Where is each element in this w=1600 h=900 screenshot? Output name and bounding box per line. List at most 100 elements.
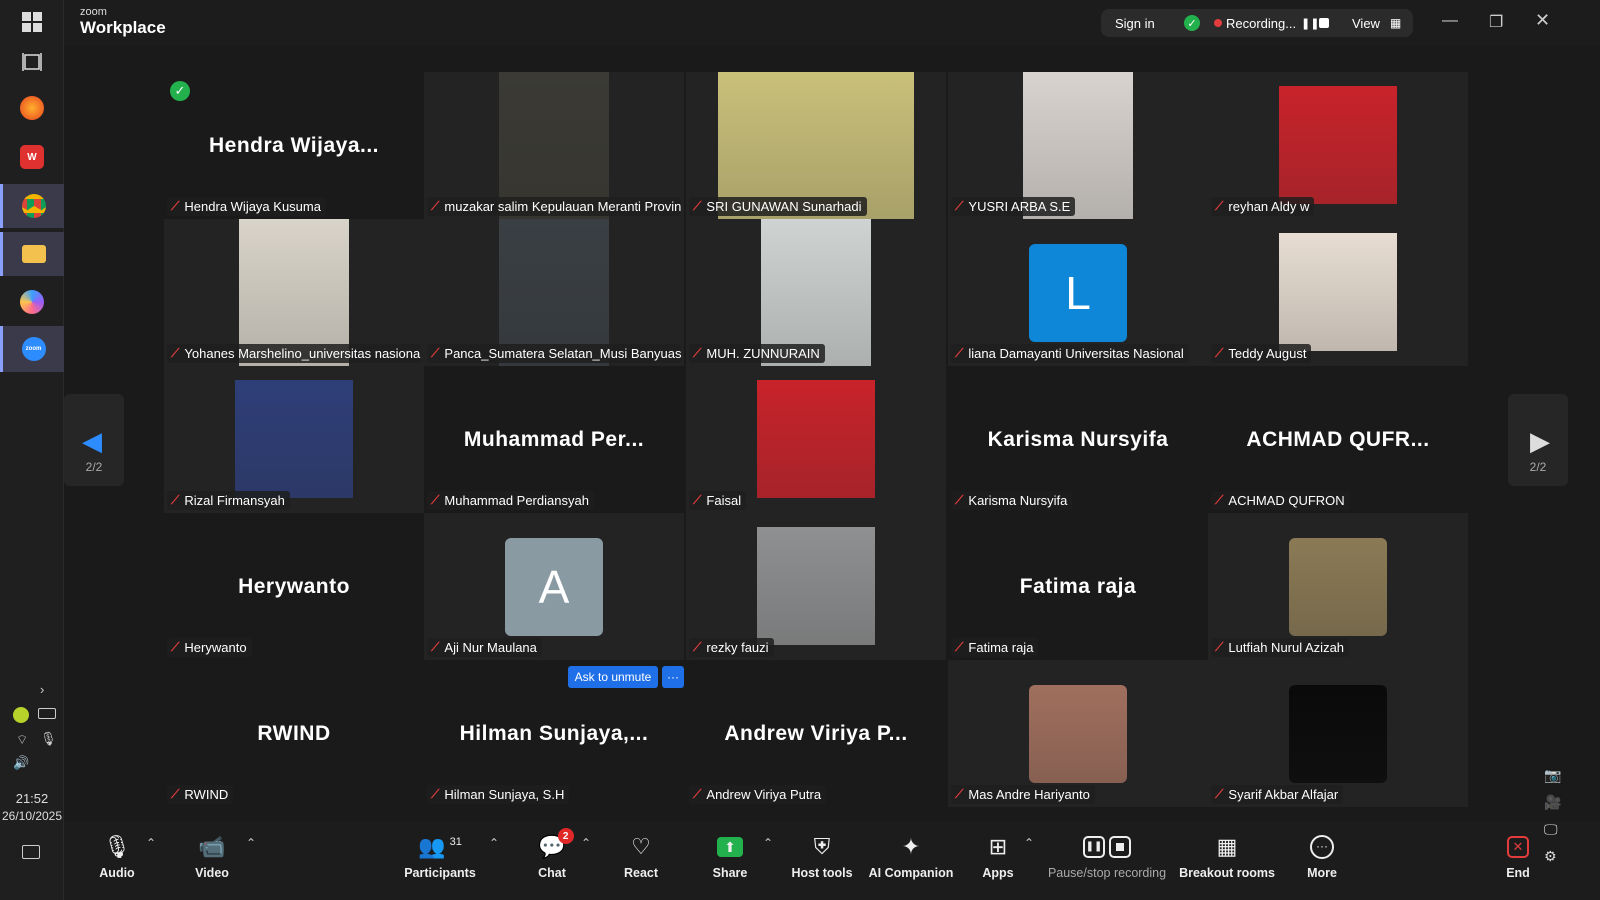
audio-button[interactable]: 🎙 Audio: [97, 832, 137, 892]
participant-name-label: ⟋ Fatima raja: [951, 638, 1039, 657]
audio-options-chevron-icon[interactable]: ⌃: [146, 836, 156, 850]
video-options-chevron-icon[interactable]: ⌃: [246, 836, 256, 850]
pause-stop-recording-button[interactable]: ❚❚ Pause/stop recording: [1048, 832, 1166, 892]
wifi-icon[interactable]: ⌔: [16, 732, 28, 748]
participant-tile[interactable]: ⟋ Mas Andre Hariyanto: [948, 660, 1208, 807]
notification-center-icon[interactable]: [22, 845, 40, 859]
participants-options-chevron-icon[interactable]: ⌃: [489, 836, 499, 850]
view-button[interactable]: View: [1352, 16, 1380, 31]
copilot-app[interactable]: [0, 280, 64, 324]
wps-app[interactable]: W: [0, 135, 64, 179]
participant-tile[interactable]: A ⟋ Aji Nur Maulana: [424, 513, 684, 660]
participant-tile[interactable]: Andrew Viriya P... ⟋ Andrew Viriya Putra: [686, 660, 946, 807]
chevron-right-icon[interactable]: ›: [40, 682, 44, 697]
task-view-icon: [22, 53, 42, 71]
shield-check-icon[interactable]: ✓: [1184, 15, 1200, 31]
breakout-rooms-button[interactable]: ▦ Breakout rooms: [1179, 832, 1275, 892]
muted-microphone-icon: ⟋: [955, 199, 964, 213]
share-button[interactable]: ⬆ Share: [710, 832, 750, 892]
prev-page-button[interactable]: ◀ 2/2: [64, 394, 124, 486]
chat-options-chevron-icon[interactable]: ⌃: [581, 836, 591, 850]
participant-tile[interactable]: ⟋ Panca_Sumatera Selatan_Musi Banyuasin: [424, 219, 684, 366]
microphone-tray-icon[interactable]: 🎙: [40, 731, 57, 747]
participant-tile[interactable]: Herywanto ⟋ Herywanto: [164, 513, 424, 660]
file-explorer-app[interactable]: [0, 232, 64, 276]
video-button[interactable]: 📹 Video: [192, 832, 232, 892]
participant-tile[interactable]: ⟋ Rizal Firmansyah: [164, 366, 424, 513]
recording-status[interactable]: Recording...: [1226, 16, 1296, 31]
participant-tile[interactable]: ⟋ Lutfiah Nurul Azizah: [1208, 513, 1468, 660]
windows-start-button[interactable]: [0, 0, 64, 44]
participant-tile[interactable]: ⟋ rezky fauzi: [686, 513, 946, 660]
participant-name: Lutfiah Nurul Azizah: [1228, 640, 1345, 655]
settings-gear-icon[interactable]: ⚙: [1544, 843, 1561, 870]
participant-tile[interactable]: ACHMAD QUFR... ⟋ ACHMAD QUFRON: [1208, 366, 1468, 513]
participant-name-label: ⟋ Yohanes Marshelino_universitas nasional: [167, 344, 421, 363]
participant-tile[interactable]: Muhammad Per... ⟋ Muhammad Perdiansyah: [424, 366, 684, 513]
participant-tile[interactable]: RWIND ⟋ RWIND: [164, 660, 424, 807]
end-meeting-button[interactable]: ✕ End: [1500, 832, 1536, 892]
next-page-button[interactable]: ▶ 2/2: [1508, 394, 1568, 486]
firefox-icon: [20, 96, 44, 120]
participant-tile[interactable]: Karisma Nursyifa ⟋ Karisma Nursyifa: [948, 366, 1208, 513]
participant-tile[interactable]: ⟋ Teddy August: [1208, 219, 1468, 366]
notification-icon[interactable]: [13, 707, 29, 723]
grid-view-icon[interactable]: ▦: [1390, 16, 1401, 30]
participant-name: YUSRI ARBA S.E: [968, 199, 1071, 214]
task-view-button[interactable]: [0, 40, 64, 84]
chat-icon: 💬 2: [538, 828, 574, 862]
close-icon[interactable]: ✕: [1535, 10, 1550, 31]
participant-tile[interactable]: ⟋ Syarif Akbar Alfajar: [1208, 660, 1468, 807]
windows-icon: [22, 12, 42, 32]
ask-to-unmute-button[interactable]: Ask to unmute: [568, 666, 658, 688]
camera-snapshot-icon[interactable]: 📷: [1544, 762, 1561, 789]
participant-name: Hendra Wijaya Kusuma: [184, 199, 321, 214]
zoom-logo: zoom Workplace: [80, 7, 166, 37]
muted-microphone-icon: ⟋: [693, 640, 702, 654]
participant-tile[interactable]: ⟋ MUH. ZUNNURAIN: [686, 219, 946, 366]
participant-tile[interactable]: L ⟋ liana Damayanti Universitas Nasional: [948, 219, 1208, 366]
muted-microphone-icon: ⟋: [1215, 640, 1224, 654]
speaker-icon[interactable]: 🔊: [13, 755, 29, 771]
stop-recording-icon[interactable]: [1319, 18, 1329, 28]
more-button[interactable]: ··· More: [1302, 832, 1342, 892]
firefox-app[interactable]: [0, 86, 64, 130]
participant-name: Faisal: [706, 493, 742, 508]
participant-tile[interactable]: ⟋ SRI GUNAWAN Sunarhadi: [686, 72, 946, 219]
verified-check-icon: ✓: [170, 81, 190, 101]
chrome-app[interactable]: [0, 184, 64, 228]
participant-tile[interactable]: ⟋ YUSRI ARBA S.E: [948, 72, 1208, 219]
participant-tile[interactable]: ⟋ reyhan Aldy w: [1208, 72, 1468, 219]
participant-tile[interactable]: ⟋ muzakar salim Kepulauan Meranti Provins…: [424, 72, 684, 219]
ai-companion-button[interactable]: ✦ AI Companion: [869, 832, 954, 892]
apps-button[interactable]: ⊞ Apps: [978, 832, 1018, 892]
participant-name: MUH. ZUNNURAIN: [706, 346, 820, 361]
tile-more-button[interactable]: ···: [662, 666, 684, 688]
video-side-icon[interactable]: 🎥: [1544, 789, 1561, 816]
restore-icon[interactable]: ❐: [1489, 12, 1503, 32]
react-button[interactable]: ♡ React: [621, 832, 661, 892]
participant-tile[interactable]: Fatima raja ⟋ Fatima raja: [948, 513, 1208, 660]
participant-name: rezky fauzi: [706, 640, 769, 655]
sign-in-button[interactable]: Sign in: [1115, 16, 1155, 31]
participant-name: Yohanes Marshelino_universitas nasional: [184, 346, 421, 361]
participant-tile[interactable]: Hendra Wijaya... ⟋ Hendra Wijaya Kusuma ✓: [164, 72, 424, 219]
minimize-icon[interactable]: —: [1442, 12, 1458, 30]
participant-name: Rizal Firmansyah: [184, 493, 285, 508]
participant-tile[interactable]: ⟋ Yohanes Marshelino_universitas nasional: [164, 219, 424, 366]
participant-avatar: L: [1029, 244, 1127, 342]
participants-button[interactable]: 👥 31 Participants: [404, 832, 476, 892]
end-label: End: [1506, 866, 1530, 880]
apps-options-chevron-icon[interactable]: ⌃: [1024, 836, 1034, 850]
participant-tile[interactable]: ⟋ Faisal: [686, 366, 946, 513]
zoom-app[interactable]: zoom: [0, 326, 64, 372]
clock-time[interactable]: 21:52: [0, 791, 64, 806]
clock-date[interactable]: 26/10/2025: [0, 809, 64, 823]
pause-recording-icon[interactable]: ❚❚: [1301, 17, 1319, 30]
share-options-chevron-icon[interactable]: ⌃: [763, 836, 773, 850]
participant-video: [757, 380, 875, 498]
battery-icon[interactable]: [38, 708, 56, 719]
screen-side-icon[interactable]: 🖵: [1544, 816, 1561, 843]
host-tools-button[interactable]: ⛨ Host tools: [790, 832, 854, 892]
chat-button[interactable]: 💬 2 Chat: [534, 828, 574, 892]
